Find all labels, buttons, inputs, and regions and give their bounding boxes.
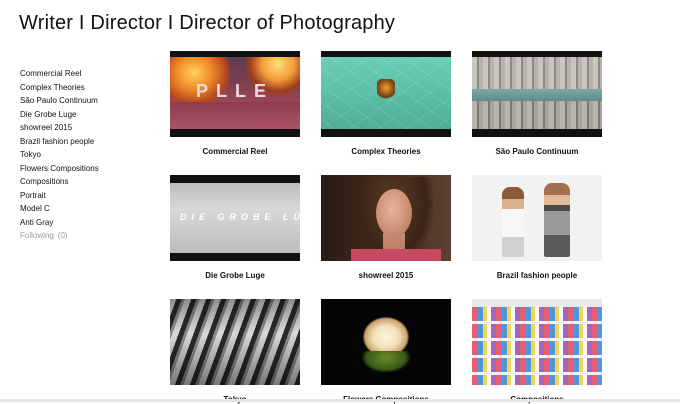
project-title[interactable]: showreel 2015 bbox=[321, 271, 451, 280]
crosswalk-graphic bbox=[170, 299, 300, 385]
following-count: (0) bbox=[57, 231, 68, 240]
person-graphic bbox=[544, 183, 570, 257]
project-tile-die-grobe-luge[interactable]: DIE GROBE LÜ Die Grobe Luge bbox=[170, 175, 300, 280]
spider-graphic bbox=[377, 79, 395, 101]
project-thumbnail[interactable] bbox=[472, 51, 602, 137]
portrait-graphic bbox=[351, 249, 441, 261]
sidebar-item-anti-gray[interactable]: Anti Gray bbox=[20, 216, 150, 230]
leaves-graphic bbox=[361, 351, 411, 373]
project-tile-complex-theories[interactable]: Complex Theories bbox=[321, 51, 451, 156]
project-thumbnail[interactable] bbox=[170, 299, 300, 385]
project-thumbnail[interactable]: PLLE bbox=[170, 51, 300, 137]
project-thumbnail[interactable]: DIE GROBE LÜ bbox=[170, 175, 300, 261]
letterbox-bar bbox=[170, 51, 300, 57]
letterbox-bar bbox=[321, 129, 451, 137]
project-title[interactable]: Die Grobe Luge bbox=[170, 271, 300, 280]
project-title[interactable]: Complex Theories bbox=[321, 147, 451, 156]
project-title[interactable]: São Paulo Continuum bbox=[472, 147, 602, 156]
project-title[interactable]: Commercial Reel bbox=[170, 147, 300, 156]
letterbox-bar bbox=[170, 129, 300, 137]
project-thumbnail[interactable] bbox=[472, 175, 602, 261]
project-tile-compositions[interactable]: Compositions bbox=[472, 299, 602, 404]
sidebar-item-flowers-compositions[interactable]: Flowers Compositions bbox=[20, 162, 150, 176]
project-title[interactable]: Brazil fashion people bbox=[472, 271, 602, 280]
following-label: Following bbox=[20, 231, 54, 240]
shelves-graphic bbox=[472, 307, 602, 385]
letterbox-bar bbox=[472, 129, 602, 137]
buildings-graphic bbox=[472, 101, 602, 129]
project-tile-brazil-fashion-people[interactable]: Brazil fashion people bbox=[472, 175, 602, 280]
title-card-text: DIE GROBE LÜ bbox=[180, 212, 300, 222]
project-thumbnail[interactable] bbox=[321, 299, 451, 385]
sky-graphic bbox=[472, 89, 602, 101]
sidebar-item-showreel-2015[interactable]: showreel 2015 bbox=[20, 121, 150, 135]
site-title: Writer I Director I Director of Photogra… bbox=[19, 12, 396, 34]
project-tile-commercial-reel[interactable]: PLLE Commercial Reel bbox=[170, 51, 300, 156]
sidebar-item-complex-theories[interactable]: Complex Theories bbox=[20, 81, 150, 95]
sidebar-item-die-grobe-luge[interactable]: Die Grobe Luge bbox=[20, 108, 150, 122]
reel-logo: PLLE bbox=[195, 81, 274, 101]
sidebar-nav: Commercial Reel Complex Theories São Pau… bbox=[20, 67, 150, 243]
project-thumbnail[interactable] bbox=[321, 51, 451, 137]
project-tile-showreel-2015[interactable]: showreel 2015 bbox=[321, 175, 451, 280]
person-graphic bbox=[502, 187, 524, 257]
buildings-graphic bbox=[472, 57, 602, 89]
sidebar-item-tokyo[interactable]: Tokyo bbox=[20, 148, 150, 162]
project-tile-flowers-compositions[interactable]: Flowers Compositions bbox=[321, 299, 451, 404]
sidebar-item-model-c[interactable]: Model C bbox=[20, 202, 150, 216]
project-tile-sao-paulo-continuum[interactable]: São Paulo Continuum bbox=[472, 51, 602, 156]
sidebar-item-sao-paulo-continuum[interactable]: São Paulo Continuum bbox=[20, 94, 150, 108]
letterbox-bar bbox=[472, 51, 602, 57]
project-tile-tokyo[interactable]: Tokyo bbox=[170, 299, 300, 404]
project-thumbnail[interactable] bbox=[472, 299, 602, 385]
sidebar-item-following[interactable]: Following (0) bbox=[20, 229, 150, 243]
project-thumbnail[interactable] bbox=[321, 175, 451, 261]
sidebar-item-compositions[interactable]: Compositions bbox=[20, 175, 150, 189]
letterbox-bar bbox=[321, 51, 451, 57]
sidebar-item-commercial-reel[interactable]: Commercial Reel bbox=[20, 67, 150, 81]
portrait-graphic bbox=[376, 189, 412, 237]
sidebar-item-portrait[interactable]: Portrait bbox=[20, 189, 150, 203]
sidebar-item-brazil-fashion-people[interactable]: Brazil fashion people bbox=[20, 135, 150, 149]
